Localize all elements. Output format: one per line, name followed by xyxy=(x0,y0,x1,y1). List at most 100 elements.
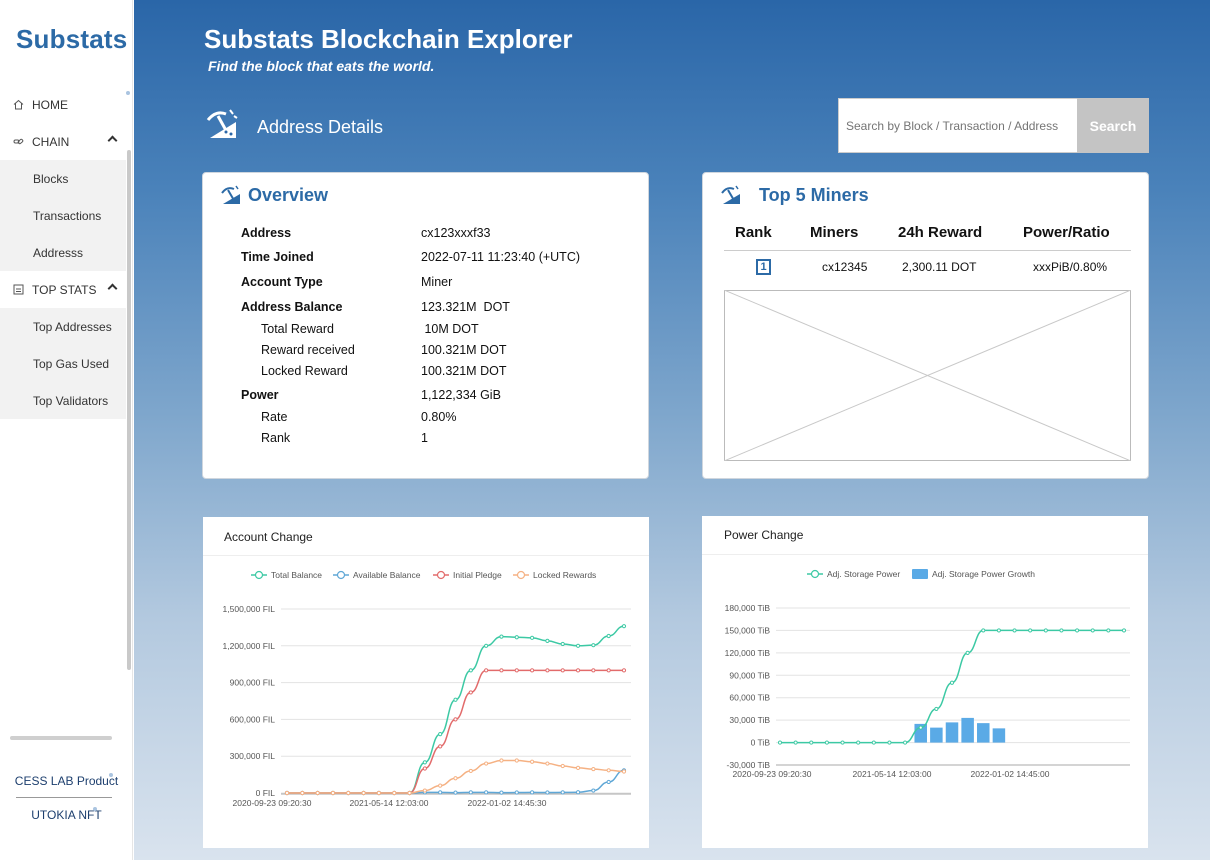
data-point xyxy=(438,790,443,795)
overview-label: Reward received xyxy=(261,343,355,357)
chevron-up-icon[interactable] xyxy=(107,283,118,294)
data-point xyxy=(468,790,473,795)
search-button[interactable]: Search xyxy=(1077,98,1149,153)
data-point xyxy=(392,790,397,796)
data-point xyxy=(560,763,565,769)
sidebar-scrollbar[interactable] xyxy=(127,150,131,670)
y-tick-label: 120,000 TiB xyxy=(725,648,771,658)
data-point xyxy=(514,668,519,673)
data-point xyxy=(1012,628,1017,633)
data-point xyxy=(407,790,412,796)
sidebar-item-transactions[interactable]: Transactions xyxy=(0,197,126,234)
overview-value: 1,122,334 GiB xyxy=(421,388,501,402)
indicator-dot xyxy=(93,807,97,811)
horizontal-scrollbar[interactable] xyxy=(10,736,112,740)
overview-label: Address Balance xyxy=(241,300,343,314)
data-point xyxy=(438,732,443,737)
x-tick-label: 2021-05-14 12:03:00 xyxy=(350,798,429,808)
indicator-dot xyxy=(126,91,130,95)
sidebar-item-top-stats[interactable]: TOP STATS xyxy=(0,271,126,308)
legend-swatch xyxy=(912,569,928,579)
legend-label: Adj. Storage Power xyxy=(827,569,900,579)
data-point xyxy=(529,668,535,673)
overview-value: Miner xyxy=(421,275,453,289)
legend-marker xyxy=(810,569,820,579)
cess-lab-link[interactable]: CESS LAB Product xyxy=(0,774,133,788)
miner-reward: 2,300.11 DOT xyxy=(902,260,977,274)
sidebar-item-label: Top Addresses xyxy=(33,319,112,334)
data-point xyxy=(422,760,427,765)
sidebar-item-top-validators[interactable]: Top Validators xyxy=(0,382,126,419)
footer-divider xyxy=(16,797,112,798)
data-point xyxy=(499,790,504,795)
overview-value[interactable]: cx123xxxf33 xyxy=(421,226,490,240)
table-header-divider xyxy=(724,250,1131,251)
app-logo[interactable]: Substats xyxy=(16,24,127,55)
overview-value: 1 xyxy=(421,431,428,445)
data-point xyxy=(453,717,458,722)
sidebar-item-blocks[interactable]: Blocks xyxy=(0,160,126,197)
data-point xyxy=(346,790,351,796)
data-point xyxy=(965,650,970,655)
overview-value: 0.80% xyxy=(421,410,457,424)
data-point xyxy=(621,769,627,774)
data-point xyxy=(514,635,519,640)
overview-value: 100.321M DOT xyxy=(421,343,507,357)
x-tick-label: 2021-05-14 12:03:00 xyxy=(853,769,932,779)
top-miners-title: Top 5 Miners xyxy=(759,185,869,205)
legend-label: Locked Rewards xyxy=(533,570,596,580)
data-point xyxy=(606,668,611,673)
data-point xyxy=(575,668,581,673)
sidebar-item-addresss[interactable]: Addresss xyxy=(0,234,126,271)
overview-card: Overview Address cx123xxxf33 Time Joined… xyxy=(202,172,649,479)
legend-marker xyxy=(254,570,264,580)
image-placeholder xyxy=(724,290,1131,461)
data-point xyxy=(591,766,596,772)
legend-label: Initial Pledge xyxy=(453,570,502,580)
sidebar-item-label: HOME xyxy=(32,97,68,112)
data-point xyxy=(422,766,427,771)
data-point xyxy=(560,668,565,673)
data-point xyxy=(422,788,427,793)
chevron-up-icon[interactable] xyxy=(107,135,118,146)
data-point xyxy=(934,706,939,712)
rank-badge: 1 xyxy=(756,259,771,275)
sidebar-item-chain[interactable]: CHAIN xyxy=(0,123,126,160)
x-tick-label: 2020-09-23 09:20:30 xyxy=(733,769,812,779)
sidebar-item-label: CHAIN xyxy=(32,134,70,149)
data-point xyxy=(1028,628,1033,633)
legend-label: Available Balance xyxy=(353,570,421,580)
data-point xyxy=(856,740,861,745)
sidebar-item-top-addresses[interactable]: Top Addresses xyxy=(0,308,126,345)
y-tick-label: 180,000 TiB xyxy=(725,603,771,613)
data-point xyxy=(468,668,473,673)
search-input[interactable] xyxy=(838,98,1078,153)
data-point xyxy=(1121,628,1127,633)
data-point xyxy=(514,758,519,763)
data-point xyxy=(871,740,876,745)
data-point xyxy=(438,783,443,788)
data-point xyxy=(529,759,535,764)
sidebar-item-label: Top Validators xyxy=(33,393,109,408)
overview-value: 100.321M DOT xyxy=(421,364,507,378)
utokia-nft-link[interactable]: UTOKIA NFT xyxy=(0,808,133,822)
power-change-chart-card: Power Change -30,000 TiB 0 TiB 30,000 TiB 6… xyxy=(702,516,1148,848)
data-point xyxy=(1043,628,1048,633)
data-point xyxy=(902,740,908,745)
sidebar-item-top-gas-used[interactable]: Top Gas Used xyxy=(0,345,126,382)
data-point xyxy=(591,788,596,793)
account-change-chart-card: Account Change 0 FIL 300,000 FIL 600,000 F… xyxy=(203,517,649,848)
miner-address[interactable]: cx12345 xyxy=(822,260,867,274)
data-point xyxy=(575,790,581,795)
y-tick-label: 0 TiB xyxy=(751,738,771,748)
data-point xyxy=(468,768,473,774)
site-title: Substats Blockchain Explorer xyxy=(204,24,573,54)
data-point xyxy=(606,779,611,785)
sidebar-item-home[interactable]: HOME xyxy=(0,86,126,123)
data-point xyxy=(560,790,565,795)
data-point xyxy=(330,790,336,796)
data-point xyxy=(484,668,489,673)
main-content: Substats Blockchain Explorer Find the bl… xyxy=(134,0,1210,860)
data-point xyxy=(824,740,830,745)
column-header-power: Power/Ratio xyxy=(1023,224,1110,241)
